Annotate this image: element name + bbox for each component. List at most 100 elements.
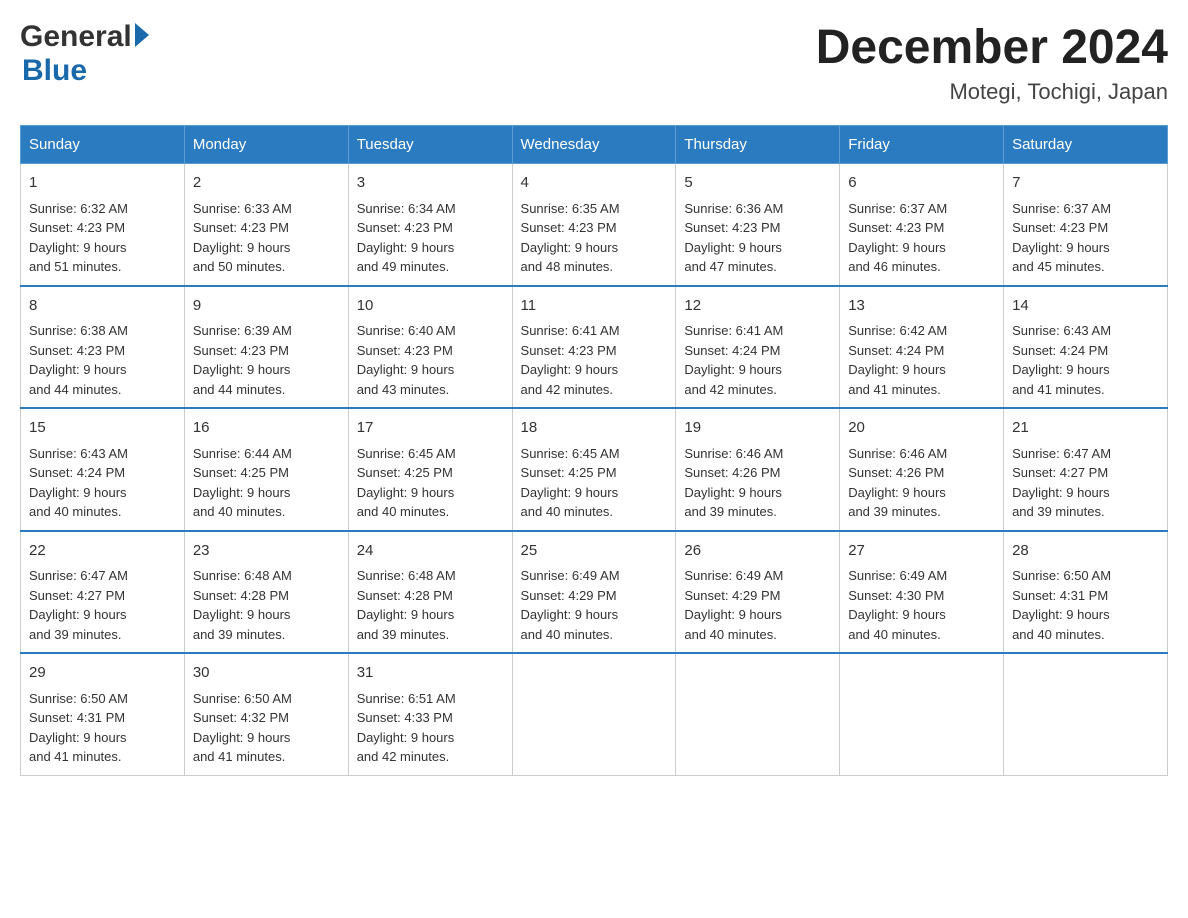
sunrise-text: Sunrise: 6:46 AM	[684, 446, 783, 461]
day-number: 21	[1012, 417, 1159, 440]
calendar-day-cell: 7 Sunrise: 6:37 AM Sunset: 4:23 PM Dayli…	[1004, 164, 1168, 286]
calendar-day-cell: 25 Sunrise: 6:49 AM Sunset: 4:29 PM Dayl…	[512, 531, 676, 654]
sunrise-text: Sunrise: 6:48 AM	[193, 568, 292, 583]
calendar-table: SundayMondayTuesdayWednesdayThursdayFrid…	[20, 125, 1168, 776]
daylight-cont: and 51 minutes.	[29, 259, 122, 274]
daylight-text: Daylight: 9 hours	[1012, 485, 1110, 500]
sunset-text: Sunset: 4:25 PM	[521, 465, 617, 480]
sunrise-text: Sunrise: 6:33 AM	[193, 201, 292, 216]
daylight-text: Daylight: 9 hours	[521, 240, 619, 255]
day-number: 14	[1012, 295, 1159, 318]
daylight-cont: and 40 minutes.	[29, 504, 122, 519]
calendar-day-cell: 17 Sunrise: 6:45 AM Sunset: 4:25 PM Dayl…	[348, 408, 512, 531]
sunset-text: Sunset: 4:26 PM	[848, 465, 944, 480]
sunrise-text: Sunrise: 6:50 AM	[1012, 568, 1111, 583]
day-number: 25	[521, 540, 668, 563]
daylight-cont: and 40 minutes.	[684, 627, 777, 642]
sunrise-text: Sunrise: 6:35 AM	[521, 201, 620, 216]
daylight-text: Daylight: 9 hours	[521, 607, 619, 622]
sunset-text: Sunset: 4:33 PM	[357, 710, 453, 725]
sunrise-text: Sunrise: 6:50 AM	[193, 691, 292, 706]
daylight-cont: and 39 minutes.	[1012, 504, 1105, 519]
sunset-text: Sunset: 4:24 PM	[848, 343, 944, 358]
sunset-text: Sunset: 4:27 PM	[1012, 465, 1108, 480]
sunset-text: Sunset: 4:23 PM	[193, 220, 289, 235]
sunset-text: Sunset: 4:24 PM	[684, 343, 780, 358]
day-number: 19	[684, 417, 831, 440]
daylight-cont: and 50 minutes.	[193, 259, 286, 274]
daylight-cont: and 46 minutes.	[848, 259, 941, 274]
daylight-text: Daylight: 9 hours	[357, 240, 455, 255]
sunset-text: Sunset: 4:25 PM	[193, 465, 289, 480]
calendar-day-cell: 29 Sunrise: 6:50 AM Sunset: 4:31 PM Dayl…	[21, 653, 185, 775]
sunrise-text: Sunrise: 6:45 AM	[521, 446, 620, 461]
daylight-cont: and 41 minutes.	[848, 382, 941, 397]
daylight-text: Daylight: 9 hours	[1012, 362, 1110, 377]
daylight-cont: and 49 minutes.	[357, 259, 450, 274]
daylight-text: Daylight: 9 hours	[357, 485, 455, 500]
sunset-text: Sunset: 4:32 PM	[193, 710, 289, 725]
sunrise-text: Sunrise: 6:49 AM	[684, 568, 783, 583]
calendar-day-cell	[1004, 653, 1168, 775]
daylight-text: Daylight: 9 hours	[193, 485, 291, 500]
daylight-cont: and 39 minutes.	[357, 627, 450, 642]
daylight-cont: and 40 minutes.	[521, 504, 614, 519]
calendar-day-cell: 19 Sunrise: 6:46 AM Sunset: 4:26 PM Dayl…	[676, 408, 840, 531]
day-number: 27	[848, 540, 995, 563]
daylight-cont: and 45 minutes.	[1012, 259, 1105, 274]
calendar-day-cell: 22 Sunrise: 6:47 AM Sunset: 4:27 PM Dayl…	[21, 531, 185, 654]
daylight-cont: and 40 minutes.	[1012, 627, 1105, 642]
sunrise-text: Sunrise: 6:44 AM	[193, 446, 292, 461]
sunrise-text: Sunrise: 6:50 AM	[29, 691, 128, 706]
sunset-text: Sunset: 4:23 PM	[193, 343, 289, 358]
daylight-cont: and 42 minutes.	[357, 749, 450, 764]
sunrise-text: Sunrise: 6:39 AM	[193, 323, 292, 338]
calendar-day-cell	[676, 653, 840, 775]
sunset-text: Sunset: 4:29 PM	[684, 588, 780, 603]
day-number: 16	[193, 417, 340, 440]
sunrise-text: Sunrise: 6:36 AM	[684, 201, 783, 216]
calendar-day-cell: 2 Sunrise: 6:33 AM Sunset: 4:23 PM Dayli…	[184, 164, 348, 286]
sunrise-text: Sunrise: 6:37 AM	[848, 201, 947, 216]
calendar-day-cell: 12 Sunrise: 6:41 AM Sunset: 4:24 PM Dayl…	[676, 286, 840, 409]
daylight-cont: and 42 minutes.	[684, 382, 777, 397]
calendar-day-cell: 9 Sunrise: 6:39 AM Sunset: 4:23 PM Dayli…	[184, 286, 348, 409]
sunrise-text: Sunrise: 6:47 AM	[29, 568, 128, 583]
sunset-text: Sunset: 4:24 PM	[29, 465, 125, 480]
daylight-cont: and 39 minutes.	[29, 627, 122, 642]
calendar-day-cell: 24 Sunrise: 6:48 AM Sunset: 4:28 PM Dayl…	[348, 531, 512, 654]
sunrise-text: Sunrise: 6:40 AM	[357, 323, 456, 338]
daylight-text: Daylight: 9 hours	[848, 362, 946, 377]
day-number: 2	[193, 172, 340, 195]
sunset-text: Sunset: 4:23 PM	[357, 220, 453, 235]
sunset-text: Sunset: 4:23 PM	[521, 220, 617, 235]
sunrise-text: Sunrise: 6:37 AM	[1012, 201, 1111, 216]
day-number: 5	[684, 172, 831, 195]
sunset-text: Sunset: 4:23 PM	[29, 220, 125, 235]
daylight-cont: and 44 minutes.	[29, 382, 122, 397]
calendar-day-cell: 6 Sunrise: 6:37 AM Sunset: 4:23 PM Dayli…	[840, 164, 1004, 286]
weekday-header: Friday	[840, 126, 1004, 164]
daylight-text: Daylight: 9 hours	[193, 730, 291, 745]
calendar-day-cell: 1 Sunrise: 6:32 AM Sunset: 4:23 PM Dayli…	[21, 164, 185, 286]
sunrise-text: Sunrise: 6:49 AM	[848, 568, 947, 583]
daylight-text: Daylight: 9 hours	[357, 730, 455, 745]
day-number: 26	[684, 540, 831, 563]
sunset-text: Sunset: 4:23 PM	[684, 220, 780, 235]
calendar-day-cell	[512, 653, 676, 775]
calendar-day-cell	[840, 653, 1004, 775]
daylight-cont: and 41 minutes.	[1012, 382, 1105, 397]
calendar-day-cell: 31 Sunrise: 6:51 AM Sunset: 4:33 PM Dayl…	[348, 653, 512, 775]
day-number: 3	[357, 172, 504, 195]
sunrise-text: Sunrise: 6:45 AM	[357, 446, 456, 461]
calendar-day-cell: 8 Sunrise: 6:38 AM Sunset: 4:23 PM Dayli…	[21, 286, 185, 409]
sunset-text: Sunset: 4:23 PM	[1012, 220, 1108, 235]
sunrise-text: Sunrise: 6:38 AM	[29, 323, 128, 338]
sunrise-text: Sunrise: 6:42 AM	[848, 323, 947, 338]
day-number: 22	[29, 540, 176, 563]
calendar-day-cell: 14 Sunrise: 6:43 AM Sunset: 4:24 PM Dayl…	[1004, 286, 1168, 409]
calendar-day-cell: 11 Sunrise: 6:41 AM Sunset: 4:23 PM Dayl…	[512, 286, 676, 409]
calendar-week-row: 29 Sunrise: 6:50 AM Sunset: 4:31 PM Dayl…	[21, 653, 1168, 775]
day-number: 28	[1012, 540, 1159, 563]
calendar-week-row: 15 Sunrise: 6:43 AM Sunset: 4:24 PM Dayl…	[21, 408, 1168, 531]
